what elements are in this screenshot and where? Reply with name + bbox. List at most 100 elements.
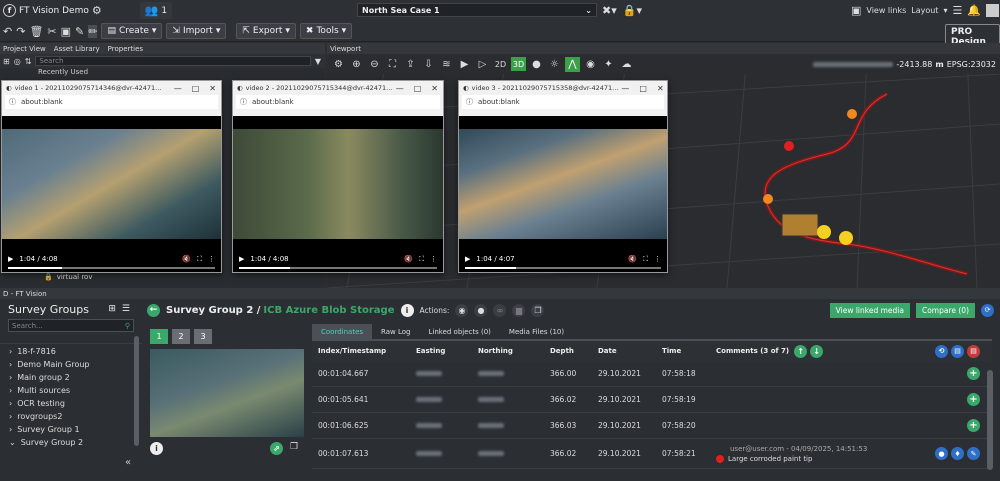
- sphere-icon[interactable]: ●: [529, 57, 544, 72]
- upload-icon[interactable]: ⇪: [403, 57, 418, 72]
- camera-icon[interactable]: ▶: [457, 57, 472, 72]
- sun-icon[interactable]: ☼: [547, 57, 562, 72]
- video-player[interactable]: ▶ 1:04 / 4:08 🔇 ⛶ ⋮: [2, 116, 221, 272]
- avatar[interactable]: [986, 4, 1000, 17]
- play-icon[interactable]: ▶: [465, 255, 470, 263]
- link-icon[interactable]: ∞: [493, 303, 507, 317]
- play-icon[interactable]: ▶: [8, 255, 13, 263]
- survey-group-item[interactable]: › OCR testing: [0, 397, 142, 410]
- copy-icon[interactable]: ❐: [290, 442, 298, 452]
- gear-icon[interactable]: ⚙: [92, 4, 102, 17]
- lock-icon[interactable]: 🔒▾: [623, 4, 642, 17]
- media-preview[interactable]: [150, 349, 304, 437]
- zoom-in-icon[interactable]: ⊕: [349, 57, 364, 72]
- arrow-up-icon[interactable]: ↑: [794, 344, 808, 358]
- table-row[interactable]: 00:01:04.667 366.00 29.10.2021 07:58:18 …: [312, 361, 992, 387]
- mute-icon[interactable]: 🔇: [404, 255, 413, 263]
- add-comment-button[interactable]: +: [967, 367, 980, 380]
- tools-button[interactable]: ✖ Tools ▾: [299, 23, 353, 39]
- walk-icon[interactable]: ⋀: [565, 56, 580, 72]
- mute-icon[interactable]: 🔇: [182, 255, 191, 263]
- view-links-button[interactable]: View links: [866, 6, 906, 15]
- comment-icon[interactable]: ●: [474, 303, 488, 317]
- storage-name[interactable]: ICB Azure Blob Storage: [263, 305, 394, 316]
- close-icon[interactable]: ✕: [431, 84, 438, 93]
- filter-icon[interactable]: ▼: [315, 57, 325, 66]
- scrollbar[interactable]: [987, 370, 993, 470]
- video-window-3[interactable]: ◐ video 3 - 20211029075715358@dvr-42471..…: [458, 80, 668, 273]
- pdf-icon[interactable]: ▤: [967, 344, 980, 358]
- minimize-icon[interactable]: —: [174, 84, 182, 93]
- refresh-icon[interactable]: ⟳: [981, 303, 994, 317]
- settings-icon[interactable]: ⚙: [331, 57, 346, 72]
- sparkle-icon[interactable]: ✦: [601, 57, 616, 72]
- redo-icon[interactable]: ↷: [16, 25, 25, 38]
- list-icon[interactable]: ☰: [952, 4, 962, 17]
- minimize-icon[interactable]: —: [396, 84, 404, 93]
- chat-icon[interactable]: ●: [935, 447, 948, 460]
- compare-button[interactable]: Compare (0): [915, 302, 975, 318]
- maximize-icon[interactable]: □: [414, 84, 422, 93]
- add-comment-button[interactable]: +: [967, 393, 980, 406]
- bell-icon[interactable]: 🔔: [967, 4, 981, 17]
- marker-red[interactable]: [784, 141, 794, 151]
- camera-2-button[interactable]: 2: [172, 329, 190, 344]
- table-row[interactable]: 00:01:06.625 366.03 29.10.2021 07:58:20 …: [312, 413, 992, 439]
- target-icon[interactable]: ◎: [14, 57, 21, 66]
- video-window-2[interactable]: ◐ video 2 - 20211029075715344@dvr-42471..…: [232, 80, 444, 273]
- mode-2d-button[interactable]: 2D: [493, 57, 508, 71]
- zoom-out-icon[interactable]: ⊖: [367, 57, 382, 72]
- pencil-icon[interactable]: ✏: [88, 24, 98, 38]
- record-icon[interactable]: ◉: [583, 57, 598, 72]
- arrow-down-icon[interactable]: ↓: [810, 344, 824, 358]
- survey-group-item[interactable]: › Main group 2: [0, 371, 142, 384]
- close-icon[interactable]: ✕: [209, 84, 216, 93]
- table-row[interactable]: 00:01:07.613 366.02 29.10.2021 07:58:21 …: [312, 439, 992, 469]
- video-progress[interactable]: [465, 267, 661, 269]
- chart-icon[interactable]: ▆: [512, 303, 526, 317]
- more-icon[interactable]: ⋮: [430, 255, 437, 263]
- cut-icon[interactable]: ✂: [47, 25, 56, 38]
- tab-properties[interactable]: Properties: [108, 45, 143, 53]
- video-player[interactable]: ▶ 1:04 / 4:08 🔇 ⛶ ⋮: [233, 116, 443, 272]
- sidebar-scrollbar[interactable]: [134, 336, 139, 446]
- users-button[interactable]: 👥 1: [139, 2, 173, 19]
- marker-orange[interactable]: [847, 109, 857, 119]
- fit-icon[interactable]: ⛶: [385, 57, 400, 72]
- layout-button[interactable]: Layout: [911, 6, 938, 15]
- survey-search-input[interactable]: Search... ⚲: [8, 319, 134, 332]
- play-icon[interactable]: ▷: [475, 57, 490, 72]
- history-icon[interactable]: ⟲: [935, 344, 948, 358]
- file-icon[interactable]: ▤: [951, 344, 964, 358]
- tab-coordinates[interactable]: Coordinates: [312, 324, 373, 339]
- rov-model[interactable]: [781, 213, 819, 237]
- fullscreen-icon[interactable]: ⛶: [643, 255, 648, 264]
- survey-group-item[interactable]: › rovgroups2: [0, 410, 142, 423]
- maximize-icon[interactable]: □: [192, 84, 200, 93]
- maximize-icon[interactable]: □: [639, 84, 647, 93]
- edit-icon[interactable]: ✎: [967, 447, 980, 460]
- case-select[interactable]: North Sea Case 1 ⌄: [357, 3, 597, 17]
- video-player[interactable]: ▶ 1:04 / 4:07 🔇 ⛶ ⋮: [459, 116, 667, 272]
- camera-3-button[interactable]: 3: [194, 329, 212, 344]
- table-row[interactable]: 00:01:05.641 366.02 29.10.2021 07:58:19 …: [312, 387, 992, 413]
- tab-viewport[interactable]: Viewport: [330, 45, 361, 53]
- fullscreen-icon[interactable]: ⛶: [419, 255, 424, 264]
- video-progress[interactable]: [239, 267, 437, 269]
- sort-icon[interactable]: ⇅: [25, 57, 32, 66]
- minimize-icon[interactable]: —: [621, 84, 629, 93]
- tab-media-files[interactable]: Media Files (10): [499, 324, 574, 339]
- marker-yellow[interactable]: [817, 225, 831, 239]
- video-window-1[interactable]: ◐ video 1 - 20211029075714346@dvr-42471..…: [1, 80, 222, 273]
- eye-icon[interactable]: ◉: [455, 303, 469, 317]
- undo-icon[interactable]: ↶: [3, 25, 12, 38]
- app-title[interactable]: f FT Vision Demo ⚙: [0, 4, 102, 17]
- play-icon[interactable]: ▶: [239, 255, 244, 263]
- tree-icon[interactable]: ⊞: [3, 57, 10, 66]
- frame-icon[interactable]: ▣: [61, 25, 71, 38]
- mode-3d-button[interactable]: 3D: [511, 57, 526, 71]
- video-progress[interactable]: [8, 267, 215, 269]
- marker-yellow[interactable]: [839, 231, 853, 245]
- more-icon[interactable]: ⋮: [208, 255, 215, 263]
- tab-raw-log[interactable]: Raw Log: [372, 324, 420, 339]
